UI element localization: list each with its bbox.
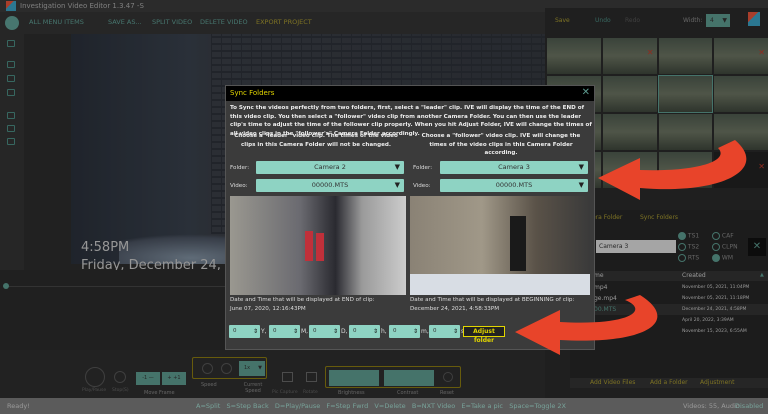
red-arrow-top — [598, 140, 747, 200]
annotation-arrows — [515, 140, 747, 355]
red-arrow-bottom — [515, 295, 658, 355]
